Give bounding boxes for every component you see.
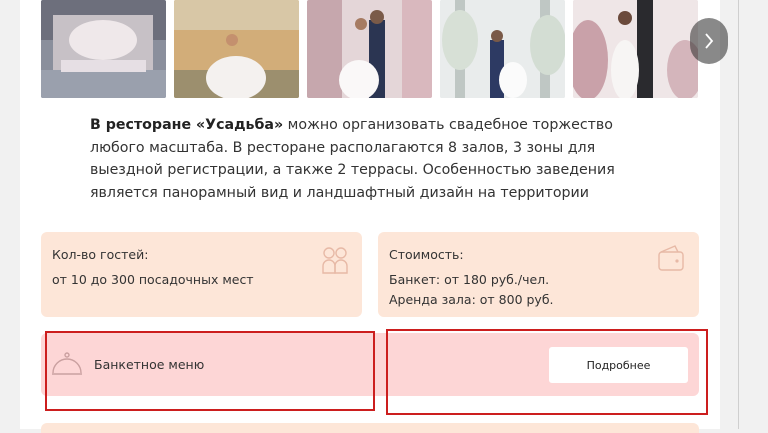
cost-rent: Аренда зала: от 800 руб. [389, 292, 554, 307]
guests-title: Кол-во гостей: [52, 247, 149, 262]
cost-title: Стоимость: [389, 247, 464, 262]
wallet-icon [658, 245, 684, 271]
guests-icon [322, 247, 348, 274]
photo-gallery [41, 0, 728, 98]
highlight-box-menu [45, 331, 375, 411]
chevron-right-icon [705, 33, 714, 49]
next-section-box [41, 423, 699, 433]
gallery-photo-couple-3[interactable] [440, 0, 565, 98]
restaurant-name: В ресторане «Усадьба» [90, 117, 284, 133]
page-border [738, 0, 739, 429]
guests-value: от 10 до 300 посадочных мест [52, 272, 254, 287]
gallery-next-button[interactable] [690, 18, 728, 64]
guests-box: Кол-во гостей: от 10 до 300 посадочных м… [41, 232, 362, 317]
cost-banquet: Банкет: от 180 руб./чел. [389, 272, 550, 287]
gallery-photo-couple-1[interactable] [174, 0, 299, 98]
cost-box: Стоимость: Банкет: от 180 руб./чел. Арен… [378, 232, 699, 317]
gallery-photo-hall[interactable] [41, 0, 166, 98]
venue-description: В ресторане «Усадьба» можно организовать… [90, 114, 650, 204]
gallery-photo-couple-4[interactable] [573, 0, 698, 98]
gallery-photo-couple-2[interactable] [307, 0, 432, 98]
highlight-box-button [386, 329, 708, 415]
